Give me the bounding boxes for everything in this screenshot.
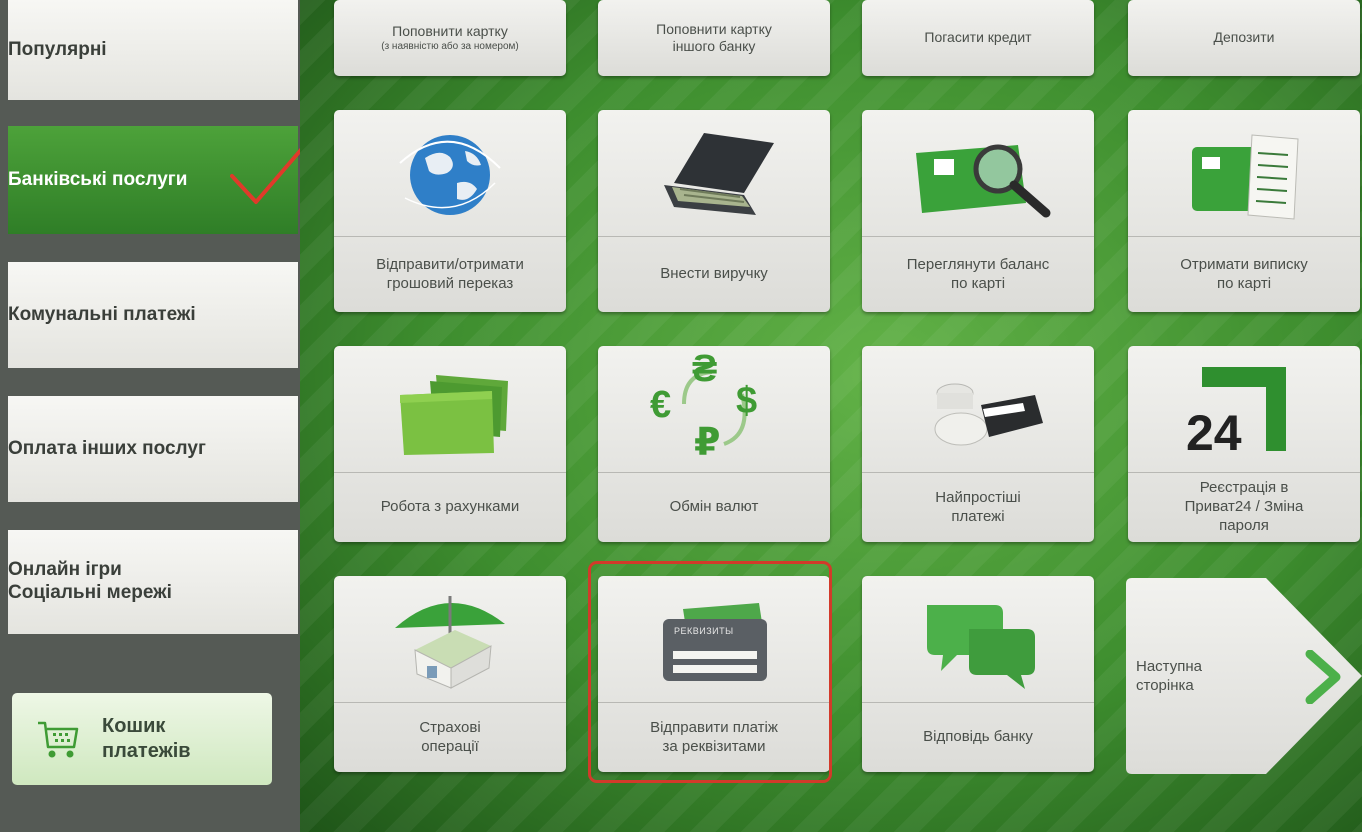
cash-case-icon <box>598 110 830 236</box>
tile-label: Реєстрація в Приват24 / Зміна пароля <box>1184 479 1304 534</box>
chat-bubbles-icon <box>862 576 1094 702</box>
chevron-right-icon <box>1305 650 1341 704</box>
tile-label: Відправити/отримати грошовий переказ <box>376 255 524 292</box>
ruble-symbol: ₽ <box>694 422 721 464</box>
privat24-logo-icon: 24 <box>1128 346 1360 472</box>
sidebar-item-label: Банківські послуги <box>8 168 188 190</box>
top-up-other-bank-card-tile[interactable]: Поповнити картку іншого банку <box>598 0 830 76</box>
card-statement-icon <box>1128 110 1360 236</box>
coins-wallet-icon <box>862 346 1094 472</box>
tile-label: Поповнити картку <box>392 23 508 39</box>
sidebar-item-popular[interactable]: Популярні <box>8 0 298 100</box>
checkmark-icon <box>230 142 308 204</box>
shopping-cart-icon <box>38 721 79 758</box>
sidebar-item-online-games-social[interactable]: Онлайн ігри Соціальні мережі <box>8 530 298 634</box>
tile-sublabel: (з наявністю або за номером) <box>381 40 519 52</box>
euro-symbol: € <box>650 384 672 426</box>
payment-cart-button[interactable]: Кошик платежів <box>12 693 272 785</box>
card-statement-tile[interactable]: Отримати виписку по карті <box>1128 110 1360 312</box>
money-transfer-tile[interactable]: Відправити/отримати грошовий переказ <box>334 110 566 312</box>
tile-label: Внести виручку <box>660 265 768 283</box>
card-magnifier-icon <box>862 110 1094 236</box>
cart-label: Кошик платежів <box>102 715 191 762</box>
accounts-tile[interactable]: Робота з рахунками <box>334 346 566 542</box>
category-sidebar: Популярні Банківські послуги Комунальні … <box>0 0 308 832</box>
privat24-number: 24 <box>1186 405 1242 461</box>
tile-label: Найпростіші платежі <box>935 488 1021 525</box>
next-page-label: Наступна сторінка <box>1136 658 1202 694</box>
tile-label: Обмін валют <box>669 498 759 516</box>
currency-exchange-icon: ₴ € $ ₽ <box>598 346 830 472</box>
services-grid: Поповнити картку (з наявністю або за ном… <box>300 0 1362 832</box>
tile-label: Страхові операції <box>419 718 481 755</box>
tile-label: Отримати виписку по карті <box>1180 255 1308 292</box>
tile-label: Відповідь банку <box>923 728 1033 746</box>
tile-label: Робота з рахунками <box>380 498 520 516</box>
sidebar-item-utility-payments[interactable]: Комунальні платежі <box>8 262 298 368</box>
simple-payments-tile[interactable]: Найпростіші платежі <box>862 346 1094 542</box>
privat24-registration-tile[interactable]: 24 Реєстрація в Приват24 / Зміна пароля <box>1128 346 1360 542</box>
deposit-revenue-tile[interactable]: Внести виручку <box>598 110 830 312</box>
check-balance-tile[interactable]: Переглянути баланс по карті <box>862 110 1094 312</box>
tile-label: Депозити <box>1213 29 1275 46</box>
sidebar-item-label: Оплата інших послуг <box>8 437 206 459</box>
globe-icon <box>334 110 566 236</box>
tile-label: Переглянути баланс по карті <box>906 255 1050 292</box>
folder-icon <box>334 346 566 472</box>
house-umbrella-icon <box>334 576 566 702</box>
sidebar-item-banking-services[interactable]: Банківські послуги <box>8 126 308 234</box>
hryvnia-symbol: ₴ <box>692 348 718 390</box>
top-up-card-tile[interactable]: Поповнити картку (з наявністю або за ном… <box>334 0 566 76</box>
insurance-tile[interactable]: Страхові операції <box>334 576 566 772</box>
tile-label: Поповнити картку іншого банку <box>656 20 772 55</box>
selection-highlight <box>588 561 832 783</box>
repay-credit-tile[interactable]: Погасити кредит <box>862 0 1094 76</box>
deposits-tile[interactable]: Депозити <box>1128 0 1360 76</box>
dollar-symbol: $ <box>736 380 758 422</box>
sidebar-item-other-services[interactable]: Оплата інших послуг <box>8 396 298 502</box>
sidebar-item-label: Онлайн ігри Соціальні мережі <box>8 559 172 603</box>
sidebar-item-label: Комунальні платежі <box>8 303 196 325</box>
next-page-button[interactable]: Наступна сторінка <box>1126 578 1362 774</box>
bank-response-tile[interactable]: Відповідь банку <box>862 576 1094 772</box>
sidebar-item-label: Популярні <box>8 38 107 60</box>
tile-label: Погасити кредит <box>924 29 1032 46</box>
currency-exchange-tile[interactable]: ₴ € $ ₽ Обмін валют <box>598 346 830 542</box>
